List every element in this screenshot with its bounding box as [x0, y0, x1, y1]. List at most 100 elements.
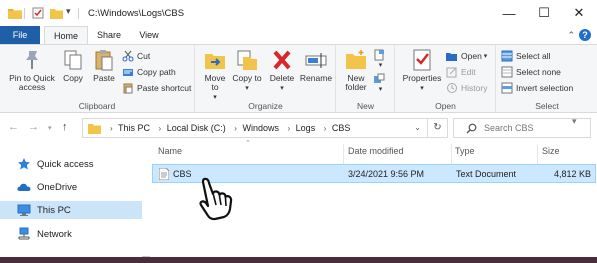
minimize-button[interactable]: —	[492, 0, 526, 26]
chevron-down-icon: ▾	[245, 85, 249, 92]
column-header-name[interactable]: Name	[158, 146, 182, 156]
easy-access-button[interactable]: ▾	[373, 73, 388, 93]
breadcrumb-windows[interactable]: Windows	[242, 123, 279, 133]
forward-arrow-icon[interactable]: →	[28, 121, 39, 133]
paste-label: Paste	[93, 73, 115, 83]
select-group: Select all Select none Invert selection …	[497, 45, 597, 113]
chevron-right-icon[interactable]: ›	[324, 124, 327, 133]
breadcrumb-this-pc[interactable]: This PC	[118, 123, 150, 133]
column-divider[interactable]	[537, 144, 538, 164]
organize-group-label: Organize	[248, 101, 283, 111]
scroll-down-arrow-icon[interactable]: ▾	[572, 116, 577, 127]
nav-item-quick-access[interactable]: Quick access	[17, 155, 142, 173]
scissors-icon	[122, 50, 134, 62]
column-divider[interactable]	[451, 144, 452, 164]
paste-shortcut-label: Paste shortcut	[137, 83, 192, 93]
new-folder-icon	[344, 48, 368, 72]
move-to-icon	[203, 48, 227, 72]
column-header-date[interactable]: Date modified	[348, 146, 404, 156]
select-none-button[interactable]: Select none	[501, 65, 561, 79]
delete-icon	[270, 48, 294, 72]
select-none-label: Select none	[516, 67, 561, 77]
help-icon[interactable]: ?	[579, 29, 591, 41]
chevron-down-icon: ▾	[213, 94, 217, 101]
search-icon	[466, 123, 477, 136]
edit-label: Edit	[461, 67, 476, 77]
properties-button[interactable]: Properties ▾	[400, 48, 444, 93]
open-button[interactable]: Open ▾	[446, 49, 487, 63]
properties-label: Properties	[402, 73, 442, 83]
open-label: Open	[461, 51, 482, 61]
move-to-button[interactable]: Move to ▾	[200, 48, 230, 102]
navigation-bar: ← → ▾ ↑ › This PC › Local Disk (C:) › Wi…	[0, 113, 597, 141]
properties-quick-icon[interactable]	[32, 7, 44, 19]
paste-button[interactable]: Paste	[89, 48, 119, 83]
new-folder-quick-icon[interactable]	[50, 7, 63, 19]
chevron-right-icon[interactable]: ›	[287, 124, 290, 133]
refresh-icon[interactable]: ↻	[427, 119, 447, 137]
cut-button[interactable]: Cut	[122, 49, 150, 63]
address-bar[interactable]: › This PC › Local Disk (C:) › Windows › …	[82, 118, 448, 138]
new-group-label: New	[356, 101, 374, 111]
pin-icon	[20, 48, 44, 72]
copy-to-button[interactable]: Copy to ▾	[232, 48, 262, 93]
divider	[24, 8, 25, 19]
file-size: 4,812 KB	[553, 169, 591, 179]
select-all-button[interactable]: Select all	[501, 49, 551, 63]
nav-item-onedrive[interactable]: OneDrive	[17, 178, 142, 196]
copy-path-label: Copy path	[137, 67, 176, 77]
breadcrumb: › This PC › Local Disk (C:) › Windows › …	[107, 123, 353, 133]
breadcrumb-cbs[interactable]: CBS	[332, 123, 351, 133]
cloud-icon	[17, 180, 31, 194]
copy-to-icon	[235, 48, 259, 72]
network-icon	[17, 227, 31, 241]
pin-to-quick-access-button[interactable]: Pin to Quick access	[4, 48, 60, 92]
paste-shortcut-button[interactable]: Paste shortcut	[122, 81, 191, 95]
text-file-icon	[158, 167, 170, 182]
open-group: Properties ▾ Open ▾ Edit History Open	[396, 45, 496, 113]
delete-button[interactable]: Delete ▾	[266, 48, 298, 93]
tab-view[interactable]: View	[132, 26, 166, 45]
clipboard-group-label: Clipboard	[78, 101, 116, 111]
recent-locations-icon[interactable]: ▾	[48, 124, 52, 132]
customize-toolbar-icon[interactable]: ▾	[66, 6, 71, 18]
tab-home[interactable]: Home	[44, 26, 88, 45]
search-input[interactable]: Search CBS	[484, 123, 534, 133]
new-item-button[interactable]: ▾	[373, 49, 388, 69]
copy-button[interactable]: Copy	[58, 48, 88, 83]
tab-file[interactable]: File	[0, 26, 40, 45]
pin-label: Pin to Quick access	[9, 73, 55, 92]
column-header-size[interactable]: Size	[542, 146, 560, 156]
column-divider[interactable]	[343, 144, 344, 164]
column-header-type[interactable]: Type	[455, 146, 475, 156]
address-dropdown-icon[interactable]: ⌄	[414, 123, 421, 132]
ribbon: Pin to Quick access Copy Paste Cut Copy …	[0, 44, 597, 113]
invert-selection-label: Invert selection	[516, 83, 574, 93]
file-type: Text Document	[456, 169, 517, 179]
search-box[interactable]: Search CBS	[453, 118, 591, 138]
tab-share[interactable]: Share	[92, 26, 126, 45]
breadcrumb-local-disk[interactable]: Local Disk (C:)	[167, 123, 226, 133]
breadcrumb-logs[interactable]: Logs	[296, 123, 316, 133]
cut-label: Cut	[137, 51, 151, 61]
rename-button[interactable]: Rename	[299, 48, 333, 83]
nav-item-this-pc[interactable]: This PC	[0, 201, 142, 219]
new-folder-button[interactable]: New folder	[341, 48, 371, 92]
nav-item-network[interactable]: Network	[17, 225, 142, 243]
edit-button[interactable]: Edit	[446, 65, 476, 79]
back-arrow-icon[interactable]: ←	[8, 121, 19, 133]
hand-cursor-icon	[195, 176, 241, 222]
collapse-ribbon-icon[interactable]: ⌃	[567, 30, 575, 41]
chevron-right-icon[interactable]: ›	[159, 124, 162, 133]
history-button[interactable]: History	[446, 81, 487, 95]
rename-icon	[304, 48, 328, 72]
chevron-right-icon[interactable]: ›	[234, 124, 237, 133]
close-button[interactable]: ✕	[562, 0, 596, 26]
properties-icon	[410, 48, 434, 72]
star-icon	[17, 157, 31, 171]
invert-selection-button[interactable]: Invert selection	[501, 81, 573, 95]
copy-path-button[interactable]: Copy path	[122, 65, 176, 79]
up-arrow-icon[interactable]: ↑	[62, 121, 68, 133]
maximize-button[interactable]: ☐	[527, 0, 561, 26]
copy-label: Copy	[63, 73, 83, 83]
